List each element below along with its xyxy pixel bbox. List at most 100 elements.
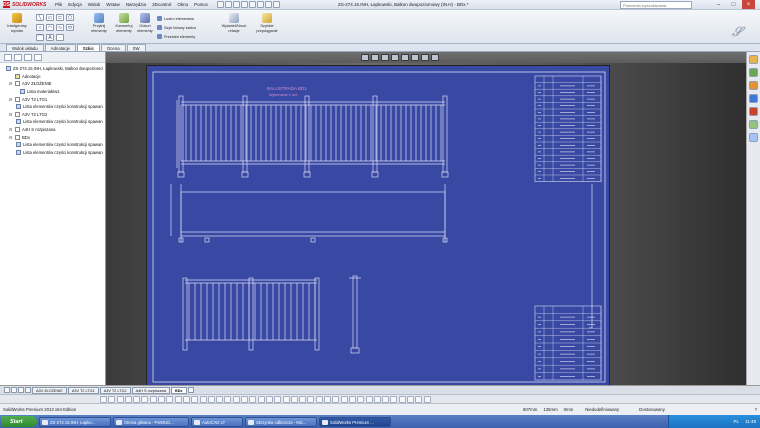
tree-item[interactable]: ⊟ BDx	[4, 133, 103, 141]
slot-tool-icon[interactable]: ⊂	[56, 14, 64, 21]
rectangle-tool-icon[interactable]: ▭	[46, 14, 54, 21]
prev-sheet-icon[interactable]	[11, 387, 17, 393]
drawing-tool-icon[interactable]	[199, 395, 207, 403]
hide-show-icon[interactable]	[421, 54, 429, 61]
zoom-fit-icon[interactable]	[361, 54, 369, 61]
design-library-icon[interactable]	[749, 68, 758, 77]
drawing-tool-icon[interactable]	[124, 395, 132, 403]
expand-icon[interactable]: ⊟	[9, 81, 13, 86]
command-search-input[interactable]: Polecenia wyszukiwania	[620, 1, 692, 9]
drawing-tool-icon[interactable]	[224, 395, 232, 403]
drawing-tool-icon[interactable]	[216, 395, 224, 403]
appearances-icon[interactable]	[749, 107, 758, 116]
sheet-tab-ltg2[interactable]: A3V T2 LTG2	[99, 386, 131, 394]
next-sheet-icon[interactable]	[18, 387, 24, 393]
drawing-tool-icon[interactable]	[373, 395, 381, 403]
point-tool-icon[interactable]: ·	[56, 34, 64, 41]
resources-icon[interactable]	[749, 55, 758, 64]
menu-okno[interactable]: Okno	[174, 0, 191, 10]
feature-manager-tab-icon[interactable]	[4, 53, 12, 61]
add-sheet-icon[interactable]	[187, 387, 194, 393]
drawing-tool-icon[interactable]	[241, 395, 249, 403]
start-button[interactable]: Start	[1, 416, 37, 427]
text-tool-icon[interactable]: A	[46, 34, 54, 41]
tree-item[interactable]: Adnotacje	[4, 73, 103, 81]
status-help-icon[interactable]: ?	[752, 407, 760, 412]
polygon-tool-icon[interactable]: ⬡	[66, 14, 74, 21]
tab-szkic[interactable]: Szkic	[76, 44, 100, 51]
tab-widok-ukladu[interactable]: Widok układu	[6, 44, 44, 51]
drawing-tool-icon[interactable]	[265, 395, 273, 403]
spline-tool-icon[interactable]: ∿	[56, 24, 64, 31]
line-tool-icon[interactable]: ╲	[36, 14, 44, 21]
mirror-entities-button[interactable]: Lustro elementów	[157, 16, 194, 21]
restore-button[interactable]: □	[727, 0, 740, 9]
view-palette-icon[interactable]	[749, 94, 758, 103]
drawing-tool-icon[interactable]	[257, 395, 265, 403]
taskbar-item[interactable]: SolidWorks Premium ...	[319, 416, 391, 427]
expand-icon[interactable]: ⊟	[9, 97, 13, 102]
rebuild-icon[interactable]	[265, 1, 273, 8]
drawing-tool-icon[interactable]	[324, 395, 332, 403]
taskbar-item[interactable]: ZS-274.15.INH, Łapko...	[39, 416, 111, 427]
language-indicator[interactable]: PL	[734, 419, 740, 424]
linear-pattern-button[interactable]: Szyk liniowy szkicu	[157, 25, 196, 30]
tree-item[interactable]: Lista elementów części konstrukcji spawa…	[4, 141, 103, 149]
print-icon[interactable]	[241, 1, 249, 8]
drawing-tool-icon[interactable]	[166, 395, 174, 403]
taskbar-item[interactable]: Skrzynka odbiorcza - Mic...	[245, 416, 317, 427]
drawing-tool-icon[interactable]	[406, 395, 414, 403]
expand-icon[interactable]: ⊟	[9, 127, 13, 132]
view-orientation-icon[interactable]	[401, 54, 409, 61]
drawing-tool-icon[interactable]	[158, 395, 166, 403]
drawing-tool-icon[interactable]	[415, 395, 423, 403]
drawing-tool-icon[interactable]	[340, 395, 348, 403]
drawing-tool-icon[interactable]	[382, 395, 390, 403]
tree-item[interactable]: Lista elementów części konstrukcji spawa…	[4, 103, 103, 111]
drawing-tool-icon[interactable]	[423, 395, 431, 403]
last-sheet-icon[interactable]	[25, 387, 31, 393]
drawing-sheet[interactable]: BALUSTRADA BD1 Wykonanie 1 szt.	[146, 65, 610, 387]
configuration-manager-tab-icon[interactable]	[24, 53, 32, 61]
minimize-button[interactable]: –	[712, 0, 725, 9]
ellipse-tool-icon[interactable]: ⬭	[66, 24, 74, 31]
new-document-icon[interactable]	[217, 1, 225, 8]
forum-icon[interactable]	[749, 133, 758, 142]
tab-sw[interactable]: SW	[126, 44, 146, 51]
display-relations-button[interactable]: Wyświetl/Usuń relacje	[218, 13, 250, 33]
open-icon[interactable]	[225, 1, 233, 8]
sheet-tab-ltg1[interactable]: A3V T2 LTG1	[67, 386, 99, 394]
menu-narzedzia[interactable]: Narzędzia	[123, 0, 149, 10]
drawing-tool-icon[interactable]	[365, 395, 373, 403]
drawing-tool-icon[interactable]	[249, 395, 257, 403]
undo-icon[interactable]	[249, 1, 257, 8]
taskbar-item[interactable]: Strona główna - PSWUG...	[113, 416, 189, 427]
tree-item[interactable]: ⊟ A4H S rozpiszana	[4, 126, 103, 134]
drawing-tool-icon[interactable]	[398, 395, 406, 403]
drawing-tool-icon[interactable]	[315, 395, 323, 403]
tab-ocena[interactable]: Ocena	[100, 44, 126, 51]
drawing-tool-icon[interactable]	[116, 395, 124, 403]
drawing-tool-icon[interactable]	[348, 395, 356, 403]
menu-pomoc[interactable]: Pomoc	[191, 0, 211, 10]
fillet-tool-icon[interactable]: ⌒	[36, 34, 44, 41]
zoom-area-icon[interactable]	[371, 54, 379, 61]
custom-properties-icon[interactable]	[749, 120, 758, 129]
select-icon[interactable]	[257, 1, 265, 8]
drawing-tool-icon[interactable]	[207, 395, 215, 403]
arc-tool-icon[interactable]: ◠	[46, 24, 54, 31]
smart-dimension-button[interactable]: Inteligentny wymiar	[4, 13, 30, 33]
tree-item[interactable]: ZS-274.15.INH, Łapkowski, Balkon dwupozi…	[4, 65, 103, 73]
drawing-tool-icon[interactable]	[174, 395, 182, 403]
tree-item[interactable]: Lista elementów części konstrukcji spawa…	[4, 149, 103, 157]
options-icon[interactable]	[273, 1, 281, 8]
section-view-icon[interactable]	[391, 54, 399, 61]
file-explorer-icon[interactable]	[749, 81, 758, 90]
drawing-tool-icon[interactable]	[357, 395, 365, 403]
drawing-tool-icon[interactable]	[274, 395, 282, 403]
tree-item[interactable]: ⊟ A3V T2 LTG2	[4, 111, 103, 119]
menu-wstaw[interactable]: Wstaw	[103, 0, 123, 10]
first-sheet-icon[interactable]	[4, 387, 10, 393]
graphics-area[interactable]: BALUSTRADA BD1 Wykonanie 1 szt.	[106, 52, 746, 387]
drawing-tool-icon[interactable]	[307, 395, 315, 403]
